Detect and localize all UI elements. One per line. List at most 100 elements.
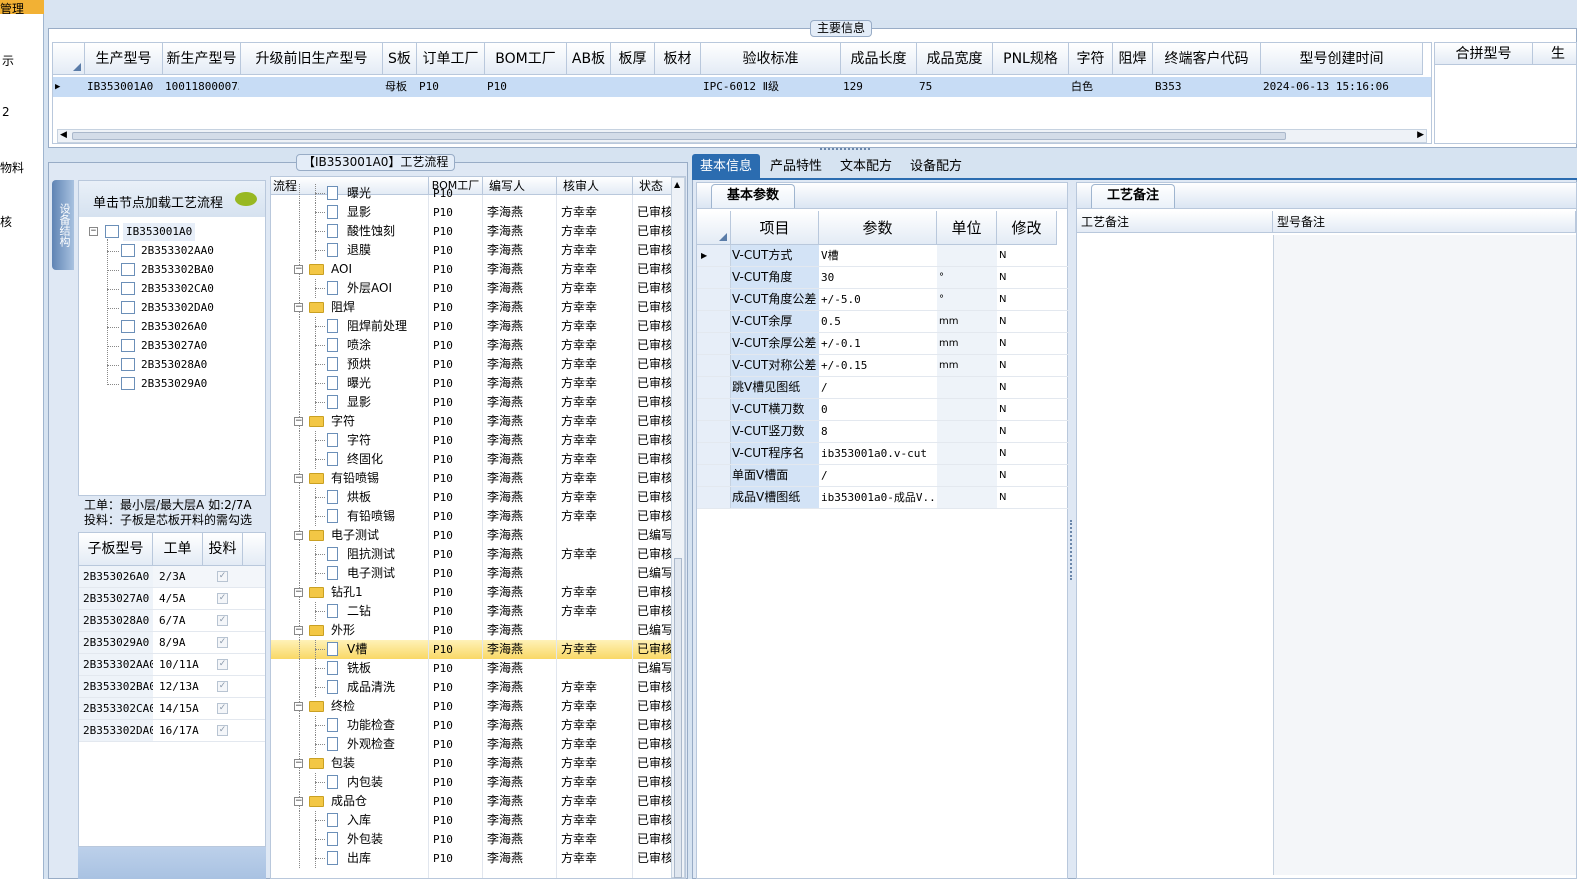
sub-board-row[interactable]: 2B353029A0 8/9A ✓ [79,632,265,654]
tree-node-child[interactable]: 2B353302DA0 [107,299,257,317]
feed-checkbox[interactable]: ✓ [217,615,228,626]
flow-row[interactable]: − 包装 P10 李海燕 方幸幸 已审核 [271,754,681,773]
tree-node-child[interactable]: 2B353302CA0 [107,280,257,298]
param-row[interactable]: 单面V槽面 / N [697,465,1069,487]
flow-row[interactable]: 二钻 P10 李海燕 方幸幸 已审核 [271,602,681,621]
param-value[interactable]: 0 [819,399,937,420]
main-cell-3[interactable]: 母板 [385,77,415,97]
flow-row[interactable]: 入库 P10 李海燕 方幸幸 已审核 [271,811,681,830]
param-row[interactable]: V-CUT横刀数 0 N [697,399,1069,421]
col-main-14[interactable]: 阻焊 [1113,43,1153,75]
param-row[interactable]: ▶ V-CUT方式 V槽 N [697,245,1069,267]
flow-row[interactable]: 退膜 P10 李海燕 方幸幸 已审核 [271,241,681,260]
param-value[interactable]: 8 [819,421,937,442]
flow-row[interactable]: 阻焊前处理 P10 李海燕 方幸幸 已审核 [271,317,681,336]
param-row[interactable]: V-CUT角度 30 ° N [697,267,1069,289]
col-main-9[interactable]: 验收标准 [701,43,841,75]
checkbox-icon[interactable] [121,320,135,333]
col-main-11[interactable]: 成品宽度 [917,43,993,75]
col-main-10[interactable]: 成品长度 [841,43,917,75]
tree-node-child[interactable]: 2B353027A0 [107,337,257,355]
merge-model-grid[interactable]: 合拼型号 生 [1434,42,1577,144]
vertical-splitter[interactable] [1070,520,1073,580]
tree-node-child[interactable]: 2B353302BA0 [107,261,257,279]
param-modify[interactable]: N [997,399,1057,420]
tree-node-child[interactable]: 2B353029A0 [107,375,257,393]
tab-process-remarks[interactable]: 工艺备注 [1091,184,1175,208]
main-cell-10[interactable]: 129 [843,77,915,97]
param-row[interactable]: 成品V槽图纸 ib353001a0-成品V... N [697,487,1069,509]
flow-row[interactable]: 酸性蚀刻 P10 李海燕 方幸幸 已审核 [271,222,681,241]
checkbox-icon[interactable] [121,282,135,295]
flow-row[interactable]: 有铅喷锡 P10 李海燕 方幸幸 已审核 [271,507,681,526]
col-main-1[interactable]: 新生产型号 [163,43,241,75]
scroll-right-icon[interactable]: ▶ [1417,130,1424,140]
flow-row[interactable]: − 钻孔1 P10 李海燕 方幸幸 已审核 [271,583,681,602]
tab-device-recipe[interactable]: 设备配方 [902,154,970,180]
collapse-icon[interactable]: − [294,531,303,540]
flow-row[interactable]: 阻抗测试 P10 李海燕 方幸幸 已审核 [271,545,681,564]
device-structure-vertical-tab[interactable]: 设备结构 [52,180,74,270]
param-modify[interactable]: N [997,245,1057,266]
flow-row[interactable]: 内包装 P10 李海燕 方幸幸 已审核 [271,773,681,792]
flow-row[interactable]: 预烘 P10 李海燕 方幸幸 已审核 [271,355,681,374]
flow-row[interactable]: 外观检查 P10 李海燕 方幸幸 已审核 [271,735,681,754]
feed-checkbox[interactable]: ✓ [217,571,228,582]
flow-row[interactable]: − 外形 P10 李海燕 已编写 [271,621,681,640]
checkbox-icon[interactable] [121,339,135,352]
collapse-icon[interactable]: − [294,417,303,426]
nav-item-material[interactable]: 物料 [0,159,24,176]
col-main-6[interactable]: AB板 [567,43,611,75]
flow-row[interactable]: 字符 P10 李海燕 方幸幸 已审核 [271,431,681,450]
param-modify[interactable]: N [997,267,1057,288]
param-modify[interactable]: N [997,443,1057,464]
flow-row[interactable]: 成品清洗 P10 李海燕 方幸幸 已审核 [271,678,681,697]
main-cell-0[interactable]: IB353001A0 [87,77,161,97]
param-row[interactable]: V-CUT竖刀数 8 N [697,421,1069,443]
splitter-handle[interactable] [820,148,870,153]
feed-checkbox[interactable]: ✓ [217,681,228,692]
nav-item-audit[interactable]: 审核 [0,213,12,230]
param-value[interactable]: 0.5 [819,311,937,332]
flow-row[interactable]: 出库 P10 李海燕 方幸幸 已审核 [271,849,681,868]
col-main-5[interactable]: BOM工厂 [485,43,567,75]
param-modify[interactable]: N [997,421,1057,442]
col-main-0[interactable]: 生产型号 [85,43,163,75]
main-info-grid[interactable]: 生产型号 新生产型号 升级前旧生产型号 S板 订单工厂 BOM工厂 AB板 板厚 板材 验收标准成… [52,42,1432,144]
sub-board-grid[interactable]: 子板型号 工单 投料 2B353026A0 2/3A ✓ 2B353027A0 4/5A… [78,532,266,847]
param-modify[interactable]: N [997,487,1057,508]
col-main-2[interactable]: 升级前旧生产型号 [241,43,383,75]
tree-node-child[interactable]: 2B353302AA0 [107,242,257,260]
tab-product-features[interactable]: 产品特性 [762,154,830,180]
order-cell[interactable]: 10/11A [159,654,203,675]
collapse-icon[interactable]: − [294,265,303,274]
checkbox-icon[interactable] [121,301,135,314]
main-cell-1[interactable]: 10011800007390 [165,77,239,97]
collapse-icon[interactable]: − [294,474,303,483]
param-modify[interactable]: N [997,377,1057,398]
process-flow-grid[interactable]: 流程 BOM工厂 编写人 核审人 状态 ▲ 曝光 P10 显影 P10 李海燕 方幸幸 已审… [270,176,686,879]
collapse-icon[interactable]: − [294,303,303,312]
param-modify[interactable]: N [997,465,1057,486]
param-row[interactable]: V-CUT余厚 0.5 mm N [697,311,1069,333]
flow-row[interactable]: 铣板 P10 李海燕 已编写 [271,659,681,678]
order-cell[interactable]: 8/9A [159,632,203,653]
flow-row[interactable]: − 字符 P10 李海燕 方幸幸 已审核 [271,412,681,431]
param-modify[interactable]: N [997,289,1057,310]
col-main-4[interactable]: 订单工厂 [417,43,485,75]
flow-row[interactable]: 外包装 P10 李海燕 方幸幸 已审核 [271,830,681,849]
param-value[interactable]: ib353001a0.v-cut [819,443,937,464]
order-cell[interactable]: 14/15A [159,698,203,719]
param-value[interactable]: / [819,377,937,398]
order-cell[interactable]: 2/3A [159,566,203,587]
flow-row[interactable]: V槽 P10 李海燕 方幸幸 已审核 [271,640,671,659]
col-main-8[interactable]: 板材 [655,43,701,75]
flow-row[interactable]: − 终检 P10 李海燕 方幸幸 已审核 [271,697,681,716]
nav-item-manage[interactable]: 管理 [0,0,44,14]
model-remark-textarea[interactable] [1273,235,1576,875]
param-value[interactable]: +/-0.1 [819,333,937,354]
param-row[interactable]: V-CUT角度公差 +/-5.0 ° N [697,289,1069,311]
tree-node-child[interactable]: 2B353028A0 [107,356,257,374]
col-main-13[interactable]: 字符 [1069,43,1113,75]
main-info-row[interactable]: ▶ IB353001A010011800007390母板P10P10IPC-60… [53,77,1431,97]
